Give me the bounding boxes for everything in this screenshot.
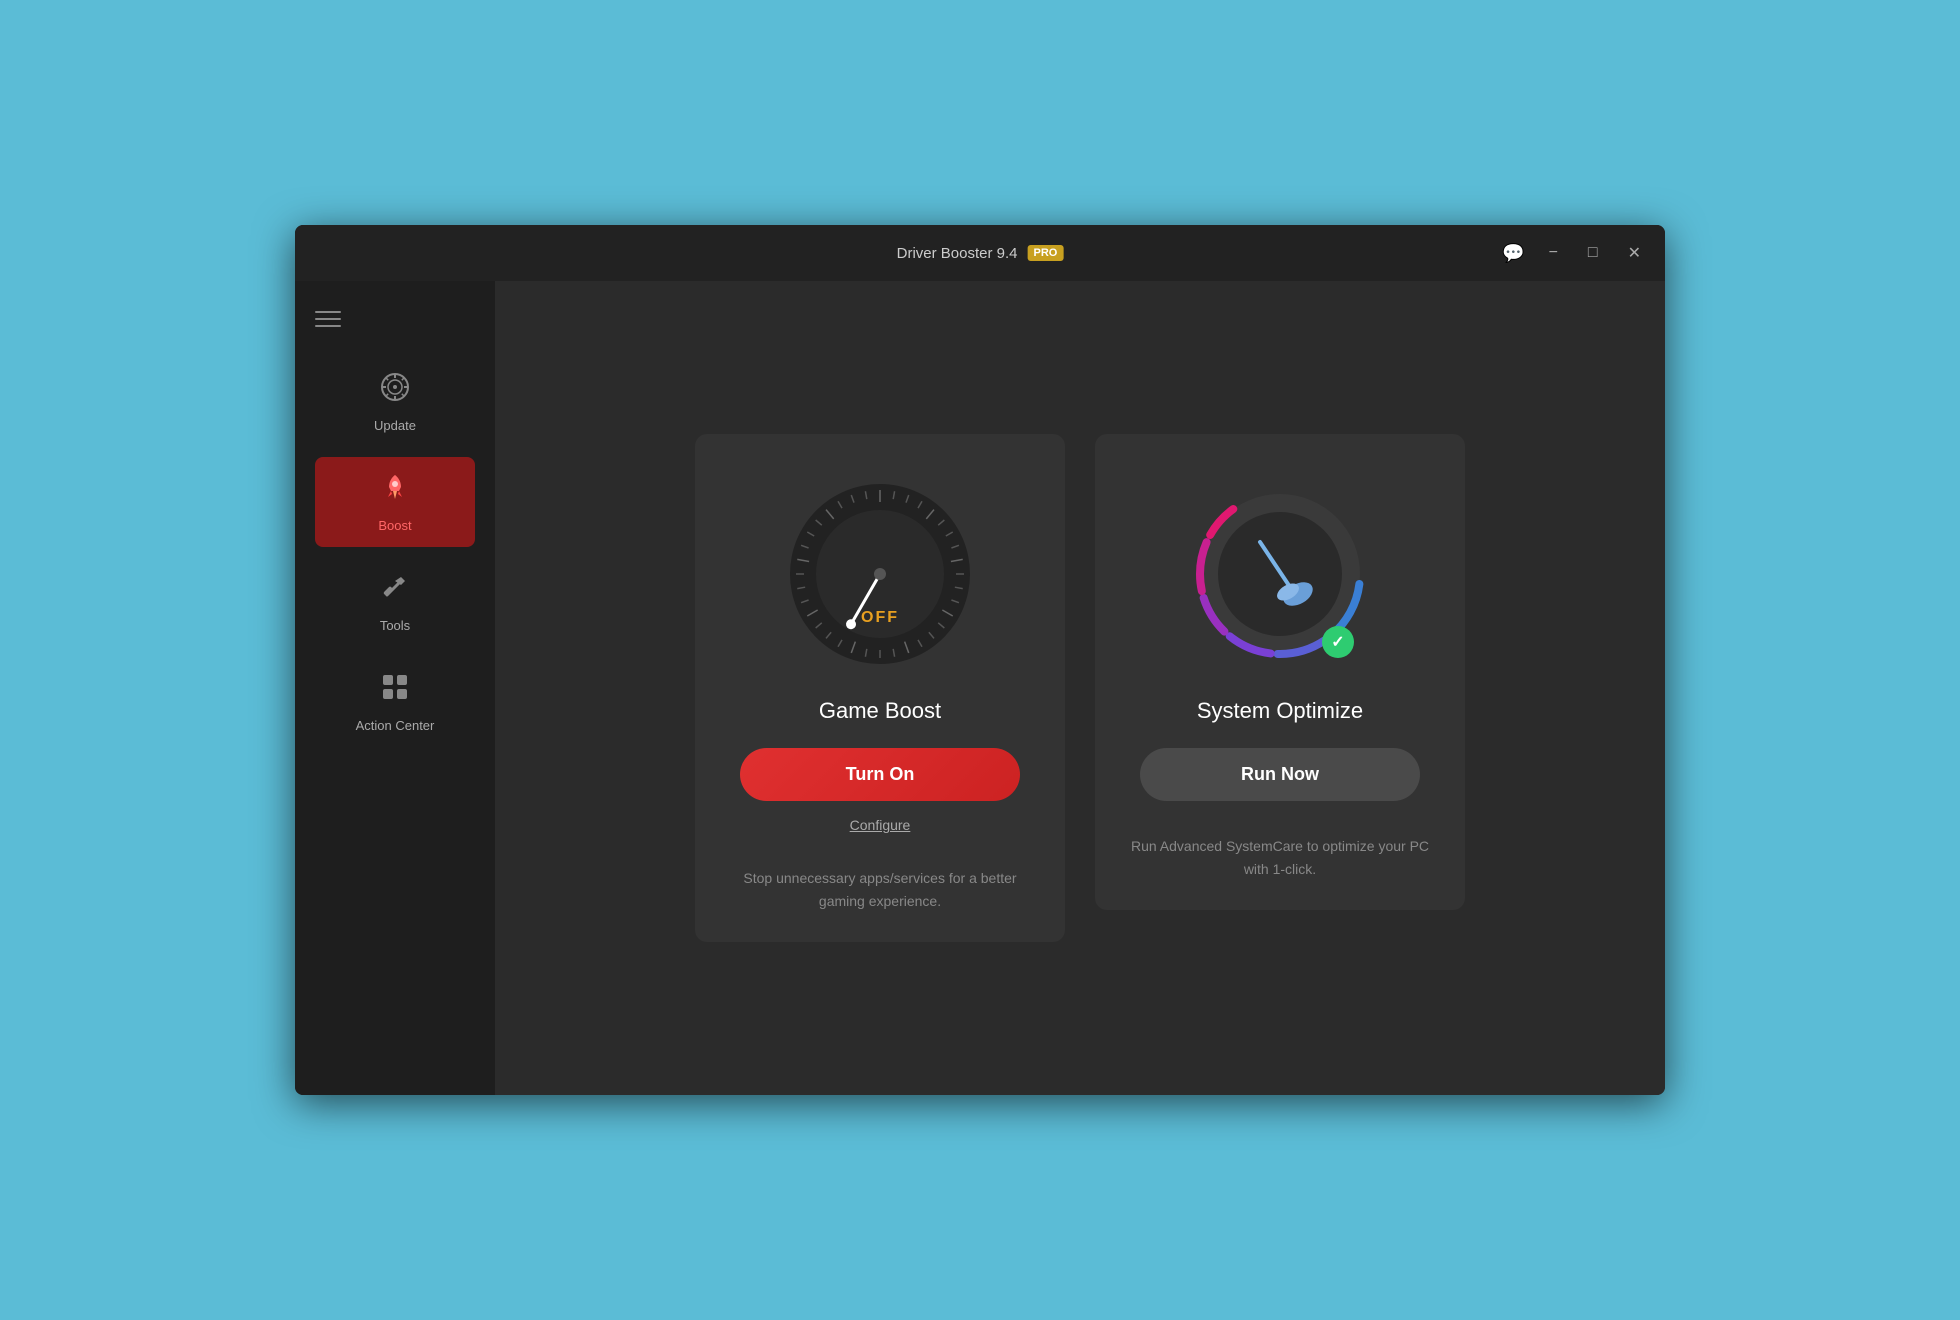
run-now-button[interactable]: Run Now xyxy=(1140,748,1420,801)
sidebar-item-boost[interactable]: Boost xyxy=(315,457,475,547)
configure-link[interactable]: Configure xyxy=(850,817,911,833)
tools-label: Tools xyxy=(380,618,410,633)
action-center-label: Action Center xyxy=(356,718,435,733)
game-boost-actions: Turn On Configure xyxy=(725,748,1035,833)
turn-on-button[interactable]: Turn On xyxy=(740,748,1020,801)
system-optimize-actions: Run Now xyxy=(1125,748,1435,801)
boost-icon xyxy=(379,471,411,510)
update-label: Update xyxy=(374,418,416,433)
game-boost-description: Stop unnecessary apps/services for a bet… xyxy=(725,867,1035,912)
chat-icon[interactable]: 💬 xyxy=(1502,243,1524,264)
system-optimize-title: System Optimize xyxy=(1197,698,1363,724)
update-icon xyxy=(379,371,411,410)
hamburger-line-3 xyxy=(315,325,341,327)
pro-badge: PRO xyxy=(1028,245,1064,261)
sidebar: Update Boost xyxy=(295,281,495,1095)
titlebar-center: Driver Booster 9.4 PRO xyxy=(897,245,1064,262)
main-layout: Update Boost xyxy=(295,281,1665,1095)
app-window: Driver Booster 9.4 PRO 💬 − □ ✕ xyxy=(295,225,1665,1095)
system-optimize-description: Run Advanced SystemCare to optimize your… xyxy=(1125,835,1435,880)
optimize-visual: ✓ xyxy=(1180,474,1380,674)
tools-icon xyxy=(379,571,411,610)
game-boost-card: OFF Game Boost Turn On Configure Stop un… xyxy=(695,434,1065,942)
minimize-button[interactable]: − xyxy=(1543,242,1564,264)
hamburger-area xyxy=(295,311,495,327)
sidebar-item-action-center[interactable]: Action Center xyxy=(315,657,475,747)
gauge-dial: OFF xyxy=(780,474,980,674)
cards-container: OFF Game Boost Turn On Configure Stop un… xyxy=(695,434,1465,942)
hamburger-line-2 xyxy=(315,318,341,320)
app-title: Driver Booster 9.4 xyxy=(897,245,1018,262)
action-center-icon xyxy=(379,671,411,710)
titlebar-controls: 💬 − □ ✕ xyxy=(1502,241,1647,265)
check-icon: ✓ xyxy=(1322,626,1354,658)
boost-label: Boost xyxy=(378,518,411,533)
hamburger-button[interactable] xyxy=(315,311,341,327)
close-button[interactable]: ✕ xyxy=(1622,241,1647,265)
game-boost-title: Game Boost xyxy=(819,698,941,724)
sidebar-item-update[interactable]: Update xyxy=(315,357,475,447)
maximize-button[interactable]: □ xyxy=(1582,242,1604,264)
system-optimize-card: ✓ System Optimize Run Now Run Advanced S… xyxy=(1095,434,1465,910)
hamburger-line-1 xyxy=(315,311,341,313)
sidebar-item-tools[interactable]: Tools xyxy=(315,557,475,647)
content-area: OFF Game Boost Turn On Configure Stop un… xyxy=(495,281,1665,1095)
titlebar: Driver Booster 9.4 PRO 💬 − □ ✕ xyxy=(295,225,1665,281)
svg-text:OFF: OFF xyxy=(861,609,899,626)
